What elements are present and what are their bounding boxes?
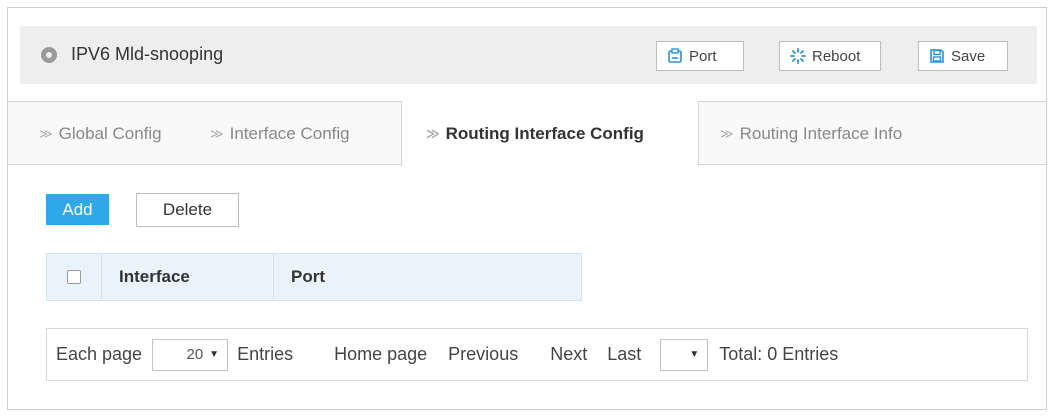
tab-label: Routing Interface Info: [739, 123, 903, 143]
tab-routing-interface-config[interactable]: ≫ Routing Interface Config: [401, 101, 699, 166]
page-number-select[interactable]: ▼: [660, 338, 709, 371]
each-page-label: Each page: [56, 344, 143, 364]
tab-label: Routing Interface Config: [445, 123, 644, 143]
location-pin-icon: [41, 47, 57, 63]
save-icon: [929, 48, 945, 64]
column-header-port[interactable]: Port: [274, 254, 581, 300]
save-button-label: Save: [951, 47, 986, 65]
page-title: IPV6 Mld-snooping: [71, 44, 224, 64]
chevron-right-icon: ≫: [210, 125, 224, 141]
page-size-value: 20: [186, 346, 204, 363]
tab-label: Interface Config: [229, 123, 350, 143]
port-icon: [667, 48, 683, 64]
table-header: Interface Port: [46, 253, 582, 301]
home-page-link[interactable]: Home page: [334, 344, 427, 365]
pagination-bar: Each page 20 ▼ Entries Home page Previou…: [46, 328, 1028, 381]
chevron-right-icon: ≫: [720, 125, 734, 141]
save-button[interactable]: Save: [918, 41, 1008, 71]
page-size-select[interactable]: 20 ▼: [152, 338, 229, 371]
port-button[interactable]: Port: [656, 41, 744, 71]
delete-button[interactable]: Delete: [136, 193, 239, 227]
chevron-down-icon: ▼: [689, 349, 700, 360]
total-entries: Total: 0 Entries: [719, 344, 839, 364]
chevron-right-icon: ≫: [426, 125, 440, 141]
previous-link[interactable]: Previous: [448, 344, 518, 365]
last-link[interactable]: Last: [607, 344, 641, 365]
tab-interface-config[interactable]: ≫ Interface Config: [210, 102, 350, 165]
select-all-checkbox[interactable]: [67, 270, 81, 284]
tab-routing-interface-info[interactable]: ≫ Routing Interface Info: [720, 102, 902, 165]
reboot-icon: [790, 48, 806, 64]
chevron-down-icon: ▼: [209, 349, 220, 360]
tab-label: Global Config: [58, 123, 162, 143]
column-header-interface[interactable]: Interface: [102, 254, 274, 300]
entries-label: Entries: [237, 344, 294, 364]
port-button-label: Port: [689, 47, 717, 65]
page-frame: IPV6 Mld-snooping Port Reboot Save ≫ Glo…: [7, 7, 1047, 410]
next-link[interactable]: Next: [550, 344, 587, 365]
select-all-cell: [47, 254, 102, 300]
chevron-right-icon: ≫: [39, 125, 53, 141]
tab-global-config[interactable]: ≫ Global Config: [39, 102, 162, 165]
add-button[interactable]: Add: [46, 194, 109, 225]
tab-bar: ≫ Global Config ≫ Interface Config ≫ Rou…: [8, 101, 1046, 166]
reboot-button-label: Reboot: [812, 47, 861, 65]
reboot-button[interactable]: Reboot: [779, 41, 881, 71]
header-bar: IPV6 Mld-snooping Port Reboot Save: [20, 26, 1037, 84]
